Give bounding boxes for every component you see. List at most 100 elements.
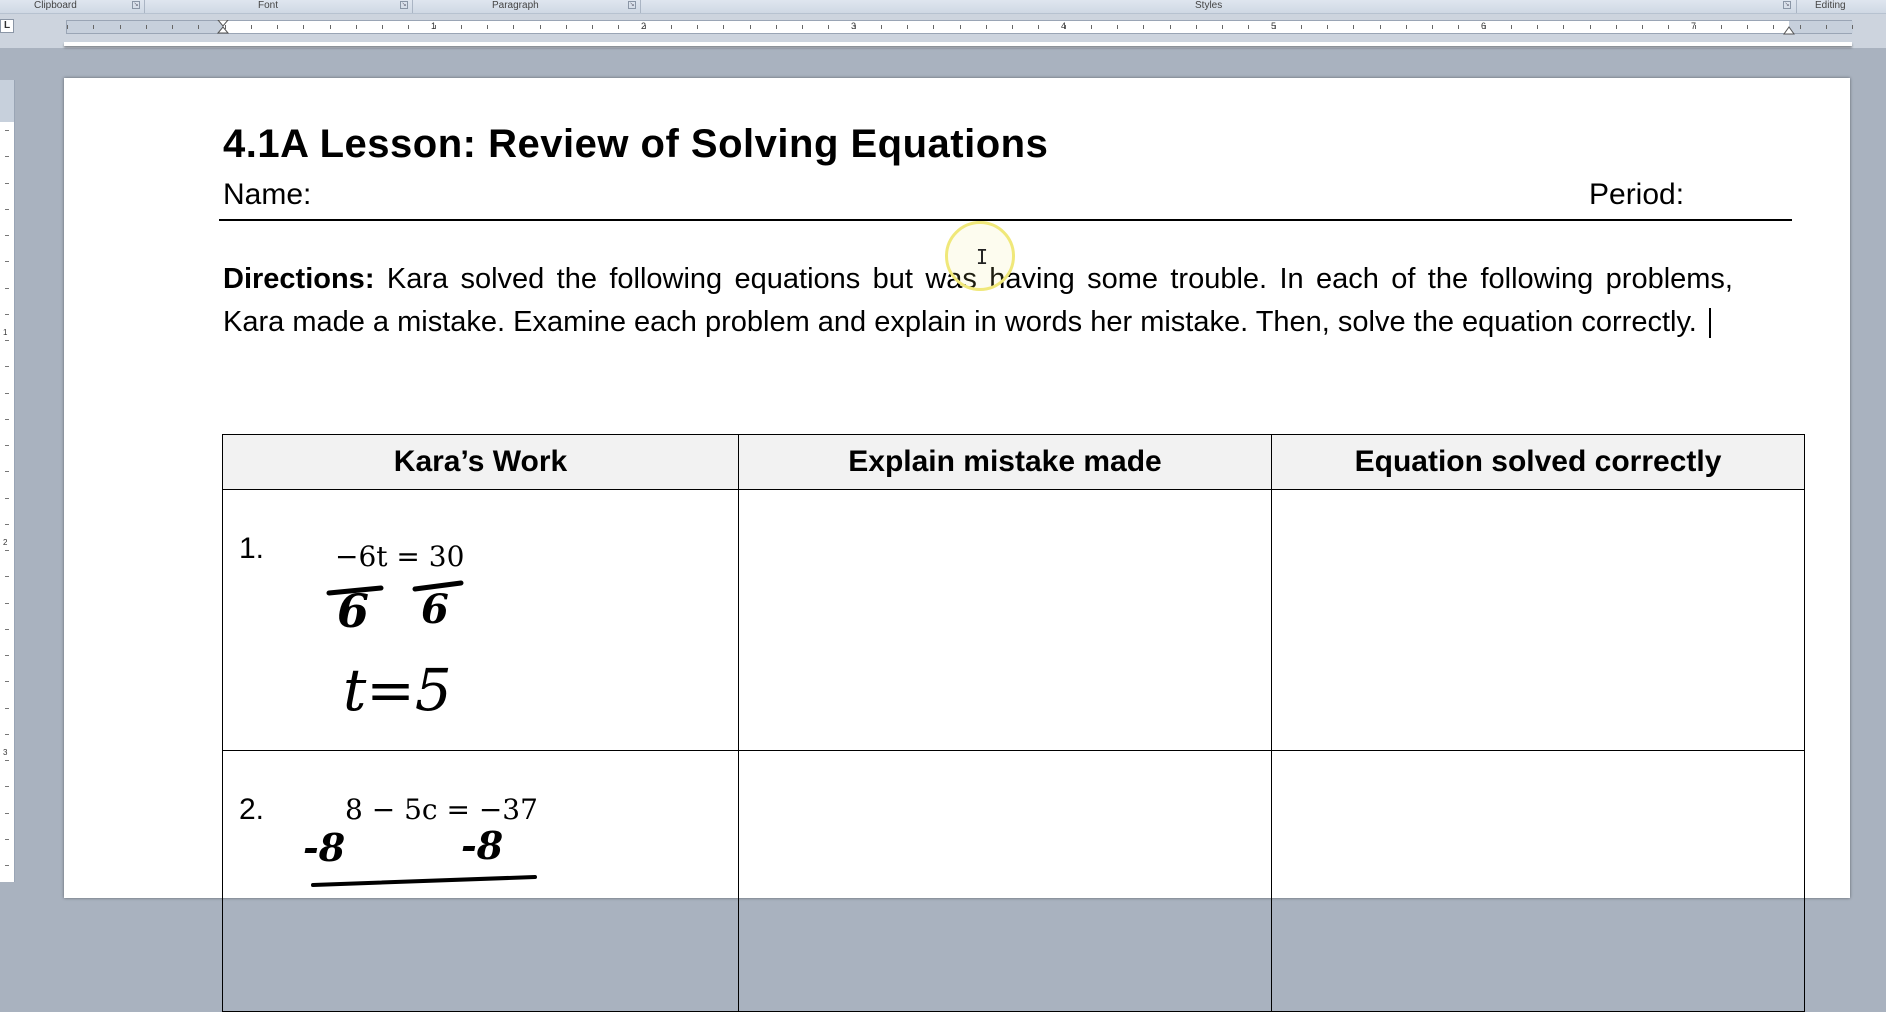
ruler-tick [408,25,409,29]
font-dialog-launcher-icon[interactable]: ↘ [400,1,408,9]
ruler-tick [1852,25,1853,29]
ruler-tick [1248,25,1249,29]
typed-equation: 8 − 5c = −37 [345,793,538,826]
clipboard-dialog-launcher-icon[interactable]: ↘ [132,1,140,9]
handwritten-subtract: -8 [461,823,503,868]
handwritten-work: 6 6 t=5 [326,580,464,724]
ruler-tick [618,25,619,29]
paragraph-dialog-launcher-icon[interactable]: ↘ [628,1,636,9]
ruler-tick [1222,25,1223,29]
ibeam-cursor-icon: I [976,245,989,269]
explain-mistake-cell[interactable] [738,489,1272,751]
ruler-tick [5,839,9,840]
ruler-tick [1747,25,1748,29]
ribbon-group-styles: Styles [1195,0,1223,11]
tab-selector-button[interactable]: L [0,19,14,33]
handwritten-work: -8 -8 [303,823,537,887]
name-label: Name: [223,178,312,211]
ruler-tick [881,25,882,29]
ruler-tick [5,366,9,367]
horizontal-ruler[interactable]: 1 2 3 4 5 6 7 [66,20,1853,35]
ruler-right-margin [1789,21,1853,33]
ruler-tick [1485,25,1486,29]
ruler-tick [5,603,9,604]
vertical-ruler-margin [0,80,14,122]
ruler-tick [1773,25,1774,29]
ruler-tick [303,25,304,29]
ruler-tick [1563,25,1564,29]
ruler-tick [172,25,173,29]
ruler-tick [5,524,9,525]
work-table: Kara’s Work Explain mistake made Equatio… [222,434,1805,1012]
solved-correctly-cell[interactable] [1271,489,1805,751]
ruler-tick [5,340,9,341]
ruler-tick [1826,25,1827,29]
solved-correctly-cell[interactable] [1271,750,1805,1012]
ruler-tick [5,156,9,157]
ruler-tick [802,25,803,29]
karas-work-cell[interactable]: 1. −6t = 30 6 6 t=5 [222,489,739,751]
handwritten-denominator: 6 [421,586,449,633]
ruler-tick [5,445,9,446]
ruler-tick [1537,25,1538,29]
ruler-tick [198,25,199,29]
ruler-tick [933,25,934,29]
ruler-left-margin [67,21,223,33]
ribbon-separator [1796,0,1797,13]
karas-work-cell[interactable]: 2. 8 − 5c = −37 -8 -8 [222,750,739,1012]
handwritten-subtract: -8 [303,825,345,870]
ribbon-group-paragraph: Paragraph [492,0,539,11]
ruler-tick [1800,25,1801,29]
ruler-tick [5,865,9,866]
heading-underline [219,219,1792,221]
ruler-tick [1012,25,1013,29]
ribbon-group-labels: Clipboard ↘ Font ↘ Paragraph ↘ Styles ↘ … [0,0,1886,14]
ruler-tick [5,734,9,735]
ruler-tick [5,786,9,787]
ruler-tick [1458,25,1459,29]
ruler-tick [5,288,9,289]
handwritten-denominator: 6 [337,584,369,638]
ruler-tick [5,471,9,472]
ruler-tick [1275,25,1276,29]
ruler-tick [723,25,724,29]
text-caret [1708,308,1711,339]
first-line-indent-marker-icon[interactable] [217,20,229,34]
ribbon-separator [144,0,145,13]
ribbon-group-font: Font [258,0,279,11]
ruler-tick [277,25,278,29]
ruler-tick [5,183,9,184]
ruler-number: 2 [3,538,8,547]
problem-number: 1. [239,532,265,565]
ruler-tick [487,25,488,29]
period-label: Period: [1589,178,1685,211]
ruler-tick [5,708,9,709]
ruler-tick [828,25,829,29]
ruler-tick [382,25,383,29]
ruler-tick [645,25,646,29]
vertical-ruler[interactable]: 1 2 3 [0,80,15,882]
typed-equation: −6t = 30 [335,540,465,573]
document-page[interactable]: 4.1A Lesson: Review of Solving Equations… [64,78,1850,1012]
ruler-tick [960,25,961,29]
ruler-tick [1616,25,1617,29]
ruler-area: L 1 2 3 4 5 6 7 [0,14,1886,48]
ruler-tick [566,25,567,29]
ruler-tick [1143,25,1144,29]
ruler-tick [592,25,593,29]
ruler-tick [1668,25,1669,29]
ruler-tick [146,25,147,29]
ruler-tick [5,261,9,262]
styles-dialog-launcher-icon[interactable]: ↘ [1783,1,1791,9]
ruler-tick [5,629,9,630]
ruler-tick [251,25,252,29]
explain-mistake-cell[interactable] [738,750,1272,1012]
ruler-tick [435,25,436,29]
ruler-tick [1117,25,1118,29]
ruler-tick [697,25,698,29]
ruler-tick [67,25,68,29]
right-indent-marker-icon[interactable] [1783,25,1795,35]
problem-number: 2. [239,793,265,826]
ruler-tick [5,130,9,131]
ruler-number: 1 [3,328,8,337]
